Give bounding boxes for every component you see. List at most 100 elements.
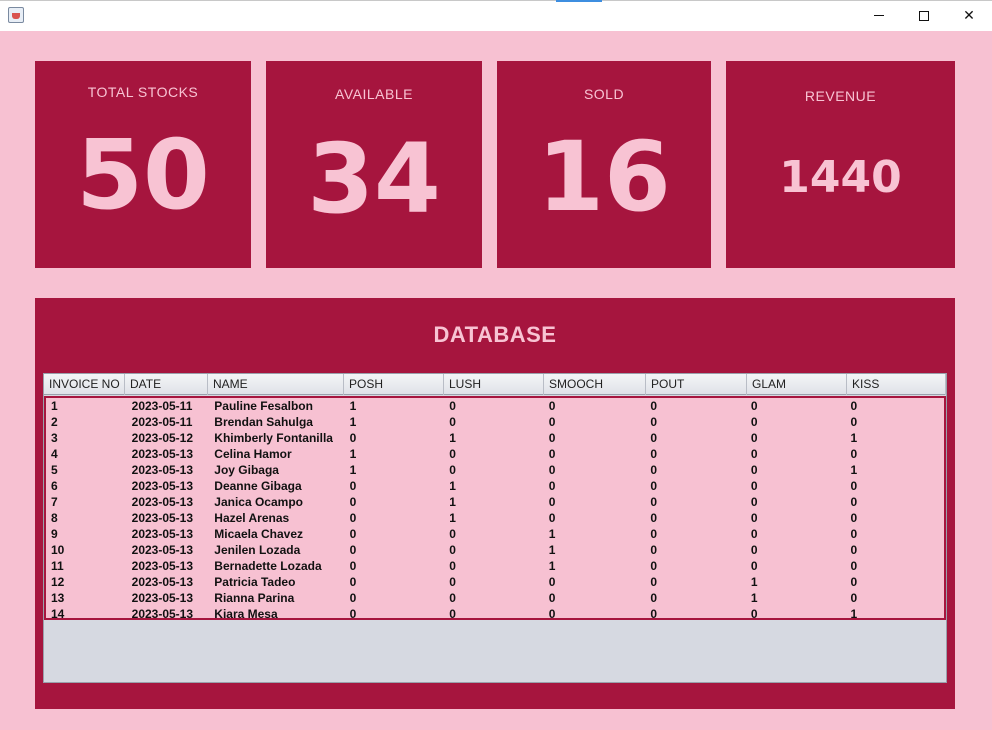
table-cell: 1	[349, 447, 357, 461]
table-cell: 0	[650, 511, 658, 525]
column-header-smooch[interactable]: SMOOCH	[544, 374, 646, 395]
table-row[interactable]: 5 2023-05-13 Joy Gibaga 1 0 0 0 0 1	[46, 462, 944, 478]
column-header-lush[interactable]: LUSH	[444, 374, 544, 395]
column-header-date[interactable]: DATE	[125, 374, 208, 395]
title-bar: ✕	[0, 0, 992, 31]
table-row[interactable]: 2 2023-05-11 Brendan Sahulga 1 0 0 0 0 0	[46, 414, 944, 430]
table-row[interactable]: 3 2023-05-12 Khimberly Fontanilla 0 1 0 0 0 1	[46, 430, 944, 446]
column-header-pout[interactable]: POUT	[646, 374, 747, 395]
table-cell: 0	[548, 511, 556, 525]
table-cell: 2023-05-13	[131, 447, 194, 461]
table-cell: 1	[449, 511, 456, 525]
table-cell: 0	[349, 495, 357, 509]
table-cell: 0	[650, 399, 658, 413]
table-cell: Khimberly Fontanilla	[214, 431, 333, 445]
table-cell: 2023-05-13	[131, 463, 194, 477]
table-cell: 7	[51, 495, 58, 509]
table-cell: 0	[650, 495, 658, 509]
table-cell: 0	[548, 463, 556, 477]
table-cell: 11	[51, 559, 64, 573]
table-row[interactable]: 12 2023-05-13 Patricia Tadeo 0 0 0 0 1 0	[46, 574, 944, 590]
table-cell: Janica Ocampo	[214, 495, 303, 509]
table-row[interactable]: 4 2023-05-13 Celina Hamor 1 0 0 0 0 0	[46, 446, 944, 462]
table-cell: 1	[51, 399, 58, 413]
column-header-invoice-no[interactable]: INVOICE NO	[44, 374, 125, 395]
table-cell: 0	[650, 415, 658, 429]
title-bar-accent	[556, 0, 602, 2]
column-header-name[interactable]: NAME	[208, 374, 344, 395]
table-cell: 0	[650, 575, 658, 589]
table-cell: 1	[449, 431, 456, 445]
close-button[interactable]: ✕	[946, 0, 992, 31]
table-cell: 6	[51, 479, 58, 493]
table-cell: Celina Hamor	[214, 447, 292, 461]
table-row[interactable]: 6 2023-05-13 Deanne Gibaga 0 1 0 0 0 0	[46, 478, 944, 494]
table-row[interactable]: 13 2023-05-13 Rianna Parina 0 0 0 0 1 0	[46, 590, 944, 606]
sold-value: 16	[537, 121, 671, 233]
column-header-posh[interactable]: POSH	[344, 374, 444, 395]
table-cell: 0	[850, 591, 858, 605]
table-cell: 14	[51, 607, 65, 621]
table-body[interactable]: 1 2023-05-11 Pauline Fesalbon 1 0 0 0 0 0 2 2023-0…	[44, 396, 946, 622]
table-cell: 5	[51, 463, 58, 477]
table-cell: 0	[349, 431, 357, 445]
sold-label: SOLD	[583, 86, 625, 102]
total-stocks-card: TOTAL STOCKS 50	[35, 61, 251, 268]
database-table[interactable]: INVOICE NO DATE NAME POSH LUSH SMOOCH POUT GLAM…	[43, 373, 947, 683]
table-cell: 0	[750, 463, 758, 477]
maximize-icon	[919, 10, 929, 21]
column-header-kiss[interactable]: KISS	[847, 374, 946, 395]
table-cell: 0	[650, 527, 658, 541]
table-cell: 0	[750, 431, 758, 445]
table-row[interactable]: 1 2023-05-11 Pauline Fesalbon 1 0 0 0 0 0	[46, 398, 944, 414]
table-cell: 0	[548, 431, 556, 445]
table-cell: 0	[850, 575, 858, 589]
table-cell: 2023-05-11	[131, 399, 193, 413]
table-cell: 2023-05-13	[131, 511, 194, 525]
table-cell: Brendan Sahulga	[214, 415, 313, 429]
table-cell: 1	[449, 495, 456, 509]
table-cell: 0	[650, 607, 658, 621]
table-cell: 0	[850, 543, 858, 557]
table-cell: 2023-05-13	[131, 495, 194, 509]
column-header-glam[interactable]: GLAM	[747, 374, 847, 395]
available-label: AVAILABLE	[335, 86, 413, 102]
table-cell: 0	[650, 543, 658, 557]
table-row[interactable]: 7 2023-05-13 Janica Ocampo 0 1 0 0 0 0	[46, 494, 944, 510]
table-cell: 0	[750, 543, 758, 557]
table-cell: 1	[449, 479, 456, 493]
maximize-button[interactable]	[901, 0, 947, 31]
table-cell: 0	[750, 479, 758, 493]
table-cell: 1	[850, 607, 858, 621]
table-cell: 1	[548, 559, 556, 573]
revenue-value: 1440	[779, 152, 902, 203]
table-row[interactable]: 11 2023-05-13 Bernadette Lozada 0 0 1 0 0 0	[46, 558, 944, 574]
table-cell: Hazel Arenas	[214, 511, 290, 525]
table-cell: 0	[349, 511, 357, 525]
database-title: DATABASE	[433, 322, 557, 347]
table-cell: 1	[349, 415, 357, 429]
minimize-button[interactable]	[856, 0, 902, 31]
table-cell: 0	[750, 415, 758, 429]
table-cell: 0	[548, 415, 556, 429]
sold-card: SOLD 16	[497, 61, 711, 268]
table-cell: 2023-05-13	[131, 607, 194, 621]
table-cell: 0	[449, 463, 456, 477]
table-row[interactable]: 14 2023-05-13 Kiara Mesa 0 0 0 0 0 1	[46, 606, 944, 622]
table-cell: 0	[449, 399, 456, 413]
table-row[interactable]: 10 2023-05-13 Jenilen Lozada 0 0 1 0 0 0	[46, 542, 944, 558]
table-row[interactable]: 8 2023-05-13 Hazel Arenas 0 1 0 0 0 0	[46, 510, 944, 526]
table-cell: 13	[51, 591, 65, 605]
table-cell: 0	[449, 591, 456, 605]
table-cell: 1	[750, 591, 758, 605]
table-cell: 2023-05-13	[131, 479, 194, 493]
table-cell: 0	[850, 415, 858, 429]
table-row[interactable]: 9 2023-05-13 Micaela Chavez 0 0 1 0 0 0	[46, 526, 944, 542]
table-cell: 0	[650, 431, 658, 445]
table-cell: Patricia Tadeo	[214, 575, 296, 589]
table-cell: Micaela Chavez	[214, 527, 303, 541]
table-cell: 2	[51, 415, 58, 429]
table-cell: 4	[51, 447, 58, 461]
table-cell: 0	[850, 527, 858, 541]
table-cell: 0	[548, 399, 556, 413]
